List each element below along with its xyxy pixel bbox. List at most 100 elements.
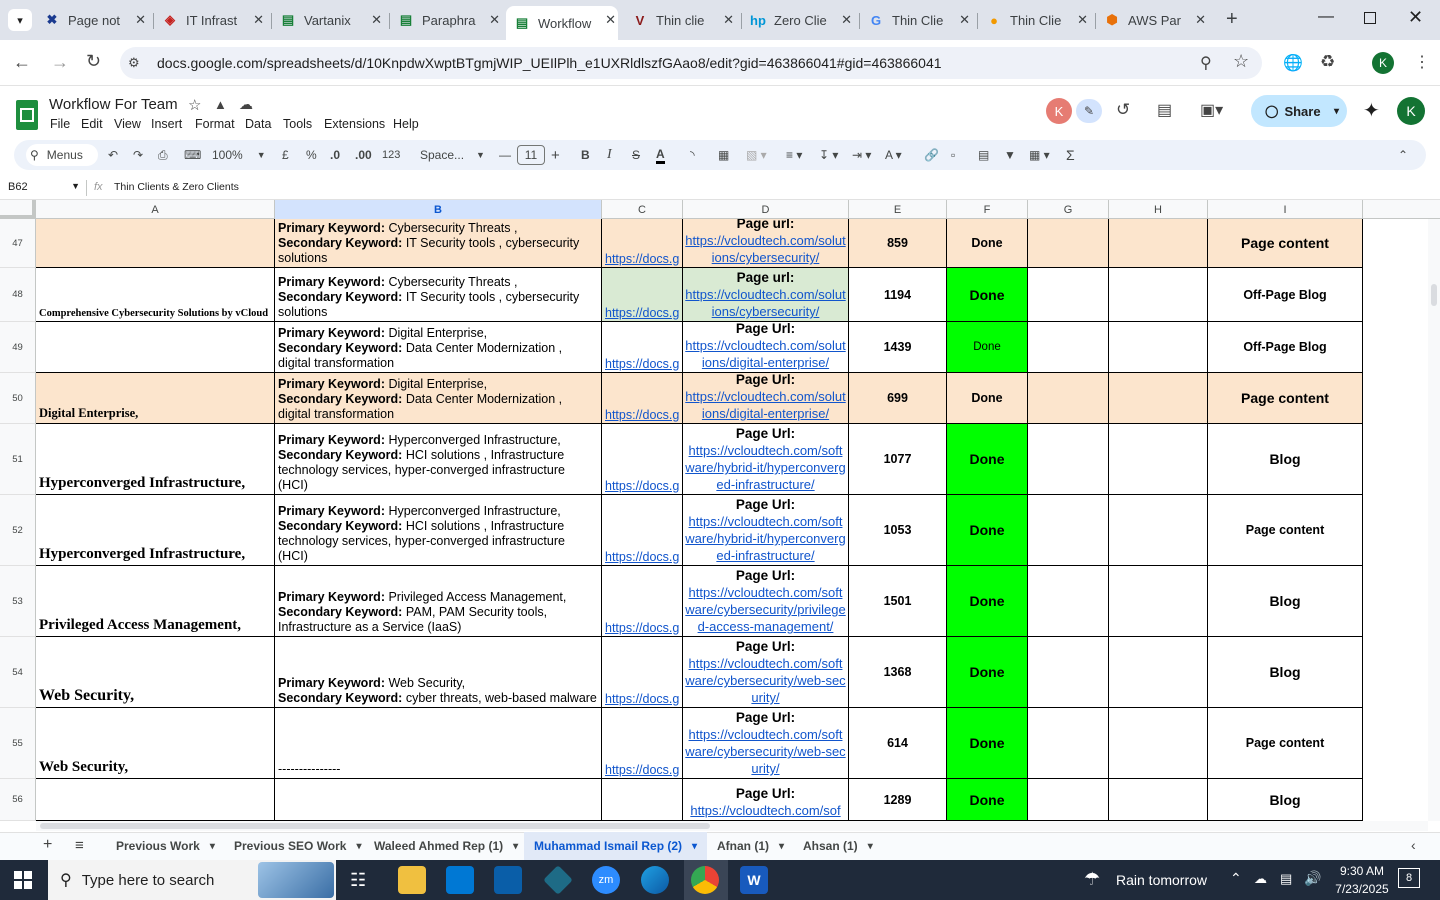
doc-link[interactable]: https://docs.g [605, 306, 679, 320]
cell-word-count[interactable]: 1368 [849, 637, 947, 708]
cell-content-type[interactable]: Blog [1208, 424, 1363, 495]
add-sheet-icon[interactable]: + [43, 836, 52, 854]
cell-word-count[interactable]: 1501 [849, 566, 947, 637]
increase-decimal-button[interactable]: .00 [355, 146, 372, 164]
page-url-link[interactable]: https://vcloudtech.com/software/hybrid-i… [683, 513, 848, 564]
cell-content-type[interactable]: Blog [1208, 637, 1363, 708]
row-number[interactable]: 48 [0, 268, 36, 322]
column-header-b[interactable]: B [275, 200, 602, 219]
doc-link[interactable]: https://docs.g [605, 550, 679, 564]
bookmark-star-icon[interactable]: ☆ [1233, 51, 1249, 72]
close-tab-icon[interactable]: ✕ [253, 12, 264, 28]
clock-date[interactable]: 7/23/2025 [1330, 882, 1394, 896]
browser-tab[interactable]: G Thin Clie ✕ [860, 6, 972, 34]
back-icon[interactable]: ← [13, 52, 31, 73]
notification-icon[interactable]: 8 [1398, 868, 1420, 888]
menu-help[interactable]: Help [393, 117, 419, 131]
cell-keywords[interactable]: Primary Keyword: Cybersecurity Threats ,… [275, 219, 602, 268]
cell-page-url[interactable]: Page Url: https://vcloudtech.com/solution… [683, 322, 849, 373]
browser-tab[interactable]: V Thin clie ✕ [624, 6, 736, 34]
wifi-icon[interactable]: ▤ [1280, 871, 1292, 887]
browser-tab[interactable]: ◈ IT Infrast ✕ [154, 6, 266, 34]
cell-keywords[interactable]: Primary Keyword: Privileged Access Manag… [275, 566, 602, 637]
italic-icon[interactable]: I [607, 146, 612, 164]
cell-empty[interactable] [1028, 424, 1109, 495]
menu-data[interactable]: Data [245, 117, 271, 131]
doc-link[interactable]: https://docs.g [605, 621, 679, 635]
insert-comment-icon[interactable]: ▫ [951, 146, 955, 164]
cell-page-url[interactable]: Page Url: https://vcloudtech.com/software… [683, 637, 849, 708]
move-icon[interactable]: ▲ [214, 97, 227, 112]
horizontal-align-icon[interactable]: ≡ ▾ [786, 146, 802, 164]
insert-chart-icon[interactable]: ▤ [978, 146, 989, 164]
cell-doc-link[interactable]: https://docs.g [602, 322, 683, 373]
cell-page-url[interactable]: Page Url: https://vcloudtech.com/sof [683, 779, 849, 821]
print-icon[interactable]: ⎙ [158, 146, 168, 164]
store-icon[interactable] [446, 866, 474, 894]
browser-tab[interactable]: ▤ Paraphra ✕ [390, 6, 502, 34]
cell-word-count[interactable]: 859 [849, 219, 947, 268]
font-select[interactable]: Space... ▼ [420, 146, 485, 164]
cell-word-count[interactable]: 1077 [849, 424, 947, 495]
cell-topic[interactable] [36, 219, 275, 268]
cell-topic[interactable]: Web Security, [36, 637, 275, 708]
cell-doc-link[interactable]: https://docs.g [602, 268, 683, 322]
sheet-tab[interactable]: Previous SEO Work ▾ [224, 832, 364, 860]
cell-empty[interactable] [1028, 779, 1109, 821]
text-wrapping-icon[interactable]: ⇥ ▾ [852, 146, 871, 164]
cell-doc-link[interactable]: https://docs.g [602, 566, 683, 637]
name-box[interactable]: B62 ▼ [8, 181, 80, 193]
chrome-icon[interactable] [691, 866, 719, 894]
cell-keywords[interactable]: Primary Keyword: Web Security, Secondary … [275, 637, 602, 708]
doc-link[interactable]: https://docs.g [605, 408, 679, 422]
cell-content-type[interactable]: Blog [1208, 779, 1363, 821]
profile-avatar[interactable]: K [1372, 52, 1394, 74]
undo-icon[interactable]: ↶ [108, 146, 118, 164]
document-title[interactable]: Workflow For Team [49, 96, 178, 113]
bold-icon[interactable]: B [581, 146, 590, 164]
collaborator-avatar[interactable]: K [1046, 98, 1072, 124]
cell-content-type[interactable]: Off-Page Blog [1208, 268, 1363, 322]
cell-page-url[interactable]: Page Url: https://vcloudtech.com/solution… [683, 373, 849, 424]
cell-empty[interactable] [1109, 424, 1208, 495]
cell-empty[interactable] [1028, 219, 1109, 268]
font-size-input[interactable]: 11 [517, 145, 545, 165]
cell-empty[interactable] [1109, 373, 1208, 424]
tab-search-button[interactable]: ▾ [8, 9, 32, 31]
doc-link[interactable]: https://docs.g [605, 479, 679, 493]
close-tab-icon[interactable]: ✕ [605, 12, 616, 28]
cell-status[interactable]: Done [947, 779, 1028, 821]
menu-file[interactable]: File [50, 117, 70, 131]
page-url-link[interactable]: https://vcloudtech.com/software/cybersec… [683, 726, 848, 777]
cell-page-url[interactable]: Page url: https://vcloudtech.com/solution… [683, 268, 849, 322]
functions-icon[interactable]: Σ [1066, 146, 1075, 164]
text-color-icon[interactable]: A [656, 146, 665, 164]
column-header-c[interactable]: C [602, 200, 683, 219]
row-number[interactable]: 53 [0, 566, 36, 637]
cell-topic[interactable]: Hyperconverged Infrastructure, [36, 495, 275, 566]
cell-topic[interactable]: Hyperconverged Infrastructure, [36, 424, 275, 495]
cell-empty[interactable] [1028, 373, 1109, 424]
cell-keywords[interactable] [275, 779, 602, 821]
close-tab-icon[interactable]: ✕ [959, 12, 970, 28]
word-icon[interactable]: W [740, 866, 768, 894]
cell-topic[interactable] [36, 779, 275, 821]
row-number[interactable]: 52 [0, 495, 36, 566]
cell-content-type[interactable]: Page content [1208, 219, 1363, 268]
doc-link[interactable]: https://docs.g [605, 763, 679, 777]
doc-link[interactable]: https://docs.g [605, 692, 679, 706]
cell-empty[interactable] [1028, 322, 1109, 373]
browser-tab[interactable]: hp Zero Clie ✕ [742, 6, 854, 34]
cell-status[interactable]: Done [947, 219, 1028, 268]
cell-word-count[interactable]: 1289 [849, 779, 947, 821]
share-dropdown-icon[interactable]: ▾ [1334, 106, 1339, 117]
browser-tab[interactable]: ▤ Workflow ✕ [506, 6, 618, 40]
text-rotation-icon[interactable]: A ▾ [885, 146, 902, 164]
cell-word-count[interactable]: 1439 [849, 322, 947, 373]
share-button[interactable]: ◯ Share ▾ [1251, 95, 1347, 127]
column-header-e[interactable]: E [849, 200, 947, 219]
cell-empty[interactable] [1109, 268, 1208, 322]
close-tab-icon[interactable]: ✕ [1077, 12, 1088, 28]
cell-status[interactable]: Done [947, 322, 1028, 373]
borders-icon[interactable]: ▦ [718, 146, 729, 164]
